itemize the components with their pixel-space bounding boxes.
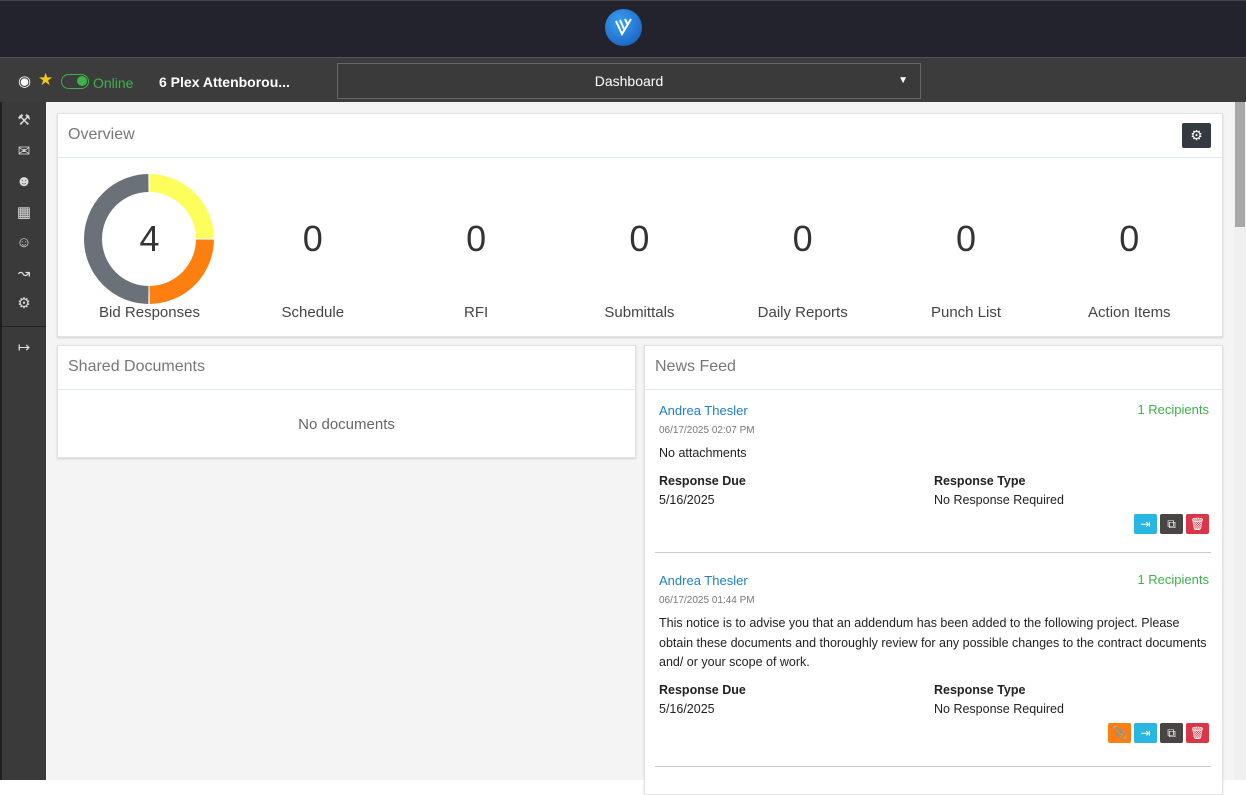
response-type-value: No Response Required (934, 492, 1064, 507)
overview-settings-button[interactable]: ⚙ (1182, 123, 1211, 148)
copy-button[interactable]: ⧉ (1160, 513, 1183, 534)
stat-schedule[interactable]: 0 Schedule (231, 174, 394, 321)
delete-button[interactable]: 🗑 (1186, 513, 1209, 534)
shared-documents-card: Shared Documents No documents (57, 345, 636, 458)
stat-value: 0 (792, 218, 813, 259)
main-content: Overview ⚙ 4 Bid Responses 0 Schedule 0 RFI 0 S… (46, 102, 1234, 795)
stat-submittals[interactable]: 0 Submittals (558, 174, 721, 321)
stat-value: 0 (466, 218, 487, 259)
news-feed-card: News Feed Andrea Thesler 1 Recipients 06… (644, 345, 1223, 795)
stat-label: Punch List (930, 304, 1002, 321)
stat-label: Submittals (604, 304, 675, 321)
stat-value: 4 (139, 218, 160, 259)
attachment-button[interactable]: 📎 (1108, 722, 1131, 743)
no-documents-text: No documents (298, 416, 395, 433)
forward-button[interactable]: ⇥ (1134, 722, 1157, 743)
news-feed-title: News Feed (645, 346, 1222, 390)
recipients-count[interactable]: 1 Recipients (1137, 572, 1209, 587)
news-timestamp: 06/17/2025 01:44 PM (659, 595, 755, 606)
app-logo[interactable] (605, 9, 642, 46)
news-item: Andrea Thesler 1 Recipients 06/17/2025 0… (645, 572, 1223, 743)
user-clock-icon[interactable]: ☺ (2, 228, 46, 259)
view-select-value: Dashboard (594, 73, 664, 89)
news-body: This notice is to advise you that an add… (659, 616, 1207, 669)
hammer-icon[interactable]: ⚒ (2, 106, 46, 137)
view-select[interactable]: Dashboard ▼ (337, 63, 921, 99)
online-toggle[interactable] (61, 74, 89, 89)
stat-daily-reports[interactable]: 0 Daily Reports (721, 174, 884, 321)
recipients-count[interactable]: 1 Recipients (1137, 402, 1209, 417)
shared-documents-title: Shared Documents (58, 346, 635, 390)
news-body: No attachments (659, 446, 747, 460)
news-author-link[interactable]: Andrea Thesler (659, 573, 748, 588)
scrollbar[interactable] (1234, 102, 1246, 780)
stat-label: RFI (464, 304, 489, 321)
response-due-label: Response Due (659, 682, 746, 697)
delete-button[interactable]: 🗑 (1186, 722, 1209, 743)
response-type-value: No Response Required (934, 701, 1064, 716)
stat-value: 0 (629, 218, 650, 259)
news-timestamp: 06/17/2025 02:07 PM (659, 425, 755, 436)
stat-rfi[interactable]: 0 RFI (395, 174, 558, 321)
online-status: Online (93, 75, 134, 91)
mail-icon[interactable]: ✉ (2, 137, 46, 168)
stat-value: 0 (1119, 218, 1140, 259)
response-due-label: Response Due (659, 473, 746, 488)
star-icon[interactable]: ★ (38, 70, 53, 90)
news-item: Andrea Thesler 1 Recipients 06/17/2025 0… (645, 402, 1223, 534)
top-bar (0, 0, 1246, 57)
copy-button[interactable]: ⧉ (1160, 722, 1183, 743)
forward-button[interactable]: ⇥ (1134, 513, 1157, 534)
stat-value: 0 (955, 218, 977, 259)
overview-card: Overview ⚙ 4 Bid Responses 0 Schedule 0 RFI 0 S… (57, 113, 1223, 337)
location-pin-icon[interactable]: ◉ (18, 72, 31, 90)
sidebar: ⚒ ✉ ☻ ▦ ☺ ↝ ⚙ ↦ (0, 102, 46, 780)
response-type-label: Response Type (934, 473, 1026, 488)
gear-icon[interactable]: ⚙ (2, 289, 46, 320)
stat-action-items[interactable]: 0 Action Items (1048, 174, 1211, 321)
project-name[interactable]: 6 Plex Attenborou... (159, 74, 290, 90)
stat-bid-responses[interactable]: 4 Bid Responses (68, 174, 231, 321)
calendar-icon[interactable]: ▦ (2, 198, 46, 229)
stat-label: Action Items (1088, 304, 1171, 321)
caret-down-icon: ▼ (898, 75, 908, 86)
stat-value: 0 (302, 218, 323, 259)
overview-title: Overview (58, 114, 1222, 158)
response-due-value: 5/16/2025 (659, 492, 715, 507)
chart-icon[interactable]: ↝ (2, 259, 46, 290)
stat-label: Daily Reports (757, 304, 848, 321)
response-type-label: Response Type (934, 682, 1026, 697)
news-author-link[interactable]: Andrea Thesler (659, 403, 748, 418)
logout-icon[interactable]: ↦ (2, 333, 46, 364)
stat-label: Schedule (281, 304, 345, 321)
users-icon[interactable]: ☻ (2, 167, 46, 198)
response-due-value: 5/16/2025 (659, 701, 715, 716)
project-bar: ◉ ★ Online 6 Plex Attenborou... Dashboar… (0, 57, 1246, 102)
divider (655, 552, 1211, 553)
stat-punch-list[interactable]: 0 Punch List (885, 174, 1048, 321)
stat-label: Bid Responses (99, 304, 200, 321)
scrollbar-thumb[interactable] (1235, 102, 1245, 227)
divider (655, 766, 1211, 767)
